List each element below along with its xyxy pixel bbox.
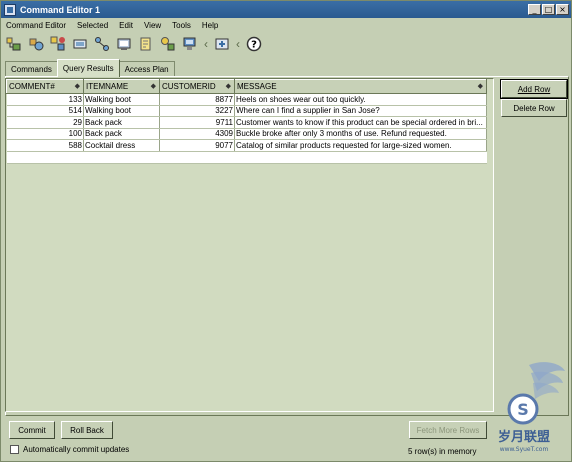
command-editor-window: Command Editor 1 _ □ × Command Editor Se… <box>0 0 572 462</box>
cell-itemname[interactable]: Cocktail dress <box>83 139 160 152</box>
cell-customerid[interactable]: 9711 <box>159 116 235 129</box>
table-row[interactable]: 29 Back pack 9711 Customer wants to know… <box>6 116 487 129</box>
plan-icon[interactable] <box>115 35 133 53</box>
add-row-button[interactable]: Add Row <box>500 79 568 99</box>
table-row[interactable]: 514 Walking boot 3227 Where can I find a… <box>6 105 487 117</box>
minimize-button[interactable]: _ <box>528 4 541 15</box>
sort-icon: ◆ <box>225 83 231 90</box>
explain-icon[interactable] <box>27 35 45 53</box>
window-title: Command Editor 1 <box>20 4 101 15</box>
cell-itemname[interactable]: Walking boot <box>83 105 160 117</box>
roll-back-button[interactable]: Roll Back <box>61 421 113 439</box>
auto-commit-label: Automatically commit updates <box>23 445 130 454</box>
sort-icon: ◆ <box>74 83 80 90</box>
cell-message[interactable]: Buckle broke after only 3 months of use.… <box>234 128 487 140</box>
cell-customerid[interactable]: 4309 <box>159 128 235 140</box>
header-row: COMMENT# ◆ ITEMNAME ◆ CUSTOMERID ◆ MESSAGE ◆ <box>6 79 487 94</box>
column-header-customerid[interactable]: CUSTOMERID ◆ <box>159 79 235 94</box>
watermark-subtext: www.SyueT.com <box>500 446 549 453</box>
cell-customerid[interactable]: 3227 <box>159 105 235 117</box>
cell-message[interactable]: Heels on shoes wear out too quickly. <box>234 93 487 106</box>
title-bar[interactable]: Command Editor 1 _ □ × <box>1 1 571 18</box>
connect-icon[interactable] <box>93 35 111 53</box>
toolbar-separator: ‹ <box>236 37 240 51</box>
menu-edit[interactable]: Edit <box>119 21 133 30</box>
tab-access-plan[interactable]: Access Plan <box>118 61 175 77</box>
history-icon[interactable] <box>137 35 155 53</box>
app-icon <box>4 3 16 16</box>
table-row[interactable]: 100 Back pack 4309 Buckle broke after on… <box>6 128 487 140</box>
empty-row[interactable] <box>6 151 487 164</box>
menu-selected[interactable]: Selected <box>77 21 108 30</box>
svg-text:?: ? <box>251 40 257 51</box>
watermark-text: 岁月联盟 <box>498 429 550 445</box>
checkbox-box[interactable] <box>10 445 19 454</box>
delete-row-button[interactable]: Delete Row <box>501 99 567 117</box>
menu-tools[interactable]: Tools <box>172 21 191 30</box>
commit-button[interactable]: Commit <box>9 421 55 439</box>
help-icon[interactable]: ? <box>245 35 263 53</box>
results-grid[interactable]: COMMENT# ◆ ITEMNAME ◆ CUSTOMERID ◆ MESSAGE ◆… <box>5 78 494 412</box>
sort-icon: ◆ <box>150 83 156 90</box>
cell-comment[interactable]: 100 <box>6 128 84 140</box>
cell-comment[interactable]: 29 <box>6 116 84 129</box>
sort-icon: ◆ <box>477 83 483 90</box>
menu-help[interactable]: Help <box>202 21 218 30</box>
table-row[interactable]: 588 Cocktail dress 9077 Catalog of simil… <box>6 139 487 152</box>
cell-customerid[interactable]: 9077 <box>159 139 235 152</box>
cell-message[interactable]: Catalog of similar products requested fo… <box>234 139 487 152</box>
toolbar: ‹ ‹ ? <box>5 33 263 55</box>
network-icon[interactable] <box>181 35 199 53</box>
column-header-message[interactable]: MESSAGE ◆ <box>234 79 487 94</box>
tab-strip: Commands Query Results Access Plan <box>5 59 175 77</box>
cell-itemname[interactable]: Walking boot <box>83 93 160 106</box>
tab-query-results[interactable]: Query Results <box>56 59 120 77</box>
assist-icon[interactable] <box>213 35 231 53</box>
column-header-itemname[interactable]: ITEMNAME ◆ <box>83 79 160 94</box>
auto-commit-checkbox[interactable]: Automatically commit updates <box>10 445 129 454</box>
cell-comment[interactable]: 133 <box>6 93 84 106</box>
tab-commands[interactable]: Commands <box>5 61 58 77</box>
maximize-button[interactable]: □ <box>542 4 555 15</box>
svg-text:S: S <box>517 400 529 419</box>
row-count-status: 5 row(s) in memory <box>408 447 477 456</box>
menu-bar: Command Editor Selected Edit View Tools … <box>1 18 571 32</box>
menu-view[interactable]: View <box>144 21 161 30</box>
cell-itemname[interactable]: Back pack <box>83 116 160 129</box>
watermark-logo: S 岁月联盟 www.SyueT.com <box>498 362 565 453</box>
wizard-icon[interactable] <box>159 35 177 53</box>
close-button[interactable]: × <box>556 4 569 15</box>
toolbar-separator: ‹ <box>204 37 208 51</box>
results-icon[interactable] <box>49 35 67 53</box>
cell-message[interactable]: Where can I find a supplier in San Jose? <box>234 105 487 117</box>
fetch-more-rows-button[interactable]: Fetch More Rows <box>409 421 487 439</box>
menu-command-editor[interactable]: Command Editor <box>6 21 66 30</box>
cell-customerid[interactable]: 8877 <box>159 93 235 106</box>
execute-icon[interactable] <box>5 35 23 53</box>
options-icon[interactable] <box>71 35 89 53</box>
results-table: COMMENT# ◆ ITEMNAME ◆ CUSTOMERID ◆ MESSAGE ◆… <box>6 79 487 164</box>
cell-itemname[interactable]: Back pack <box>83 128 160 140</box>
table-row[interactable]: 133 Walking boot 8877 Heels on shoes wea… <box>6 93 487 106</box>
column-header-comment[interactable]: COMMENT# ◆ <box>6 79 84 94</box>
cell-comment[interactable]: 514 <box>6 105 84 117</box>
cell-comment[interactable]: 588 <box>6 139 84 152</box>
cell-message[interactable]: Customer wants to know if this product c… <box>234 116 487 129</box>
